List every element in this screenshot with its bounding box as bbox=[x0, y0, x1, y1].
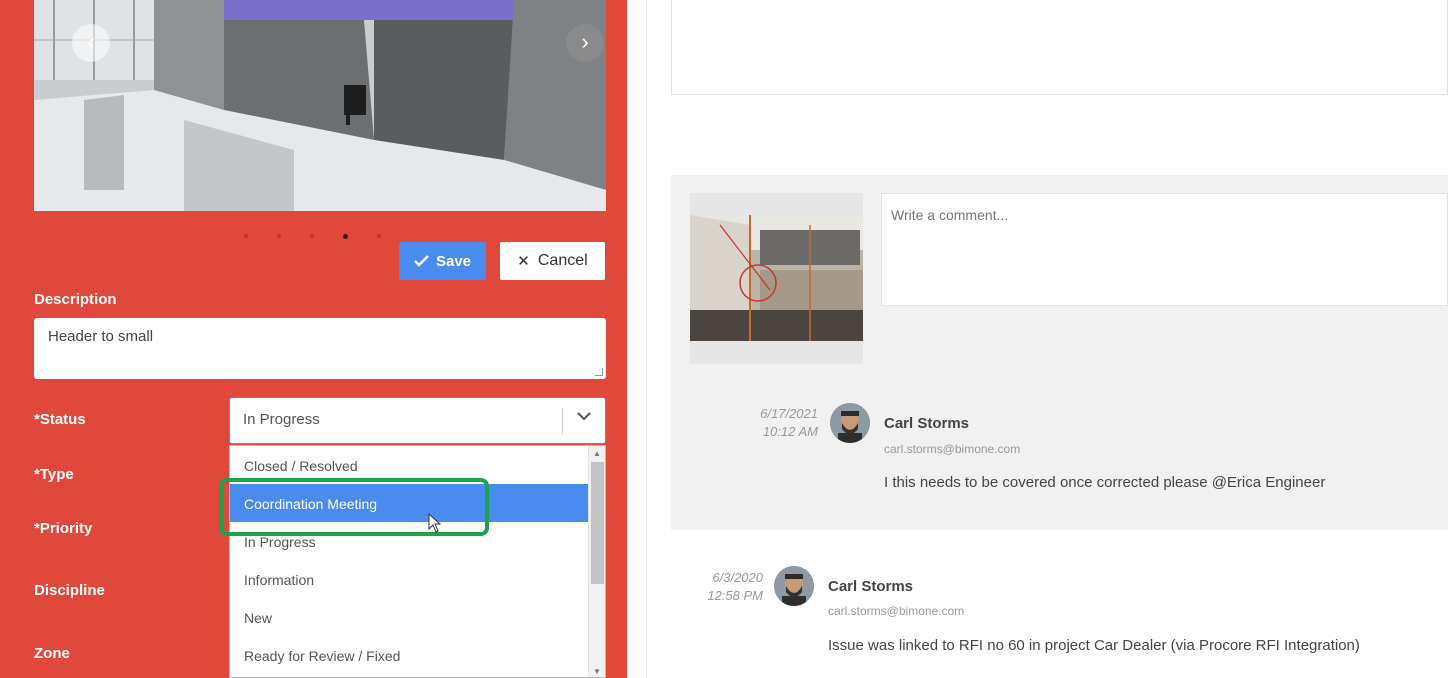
carousel-prev-button[interactable]: ‹ bbox=[72, 24, 110, 62]
comment-author-name: Carl Storms bbox=[884, 415, 970, 432]
cancel-button-label: Cancel bbox=[537, 252, 588, 269]
carousel-dot[interactable] bbox=[277, 234, 281, 238]
chevron-right-icon: › bbox=[581, 29, 589, 54]
model-viewer-image: ‹ bbox=[34, 0, 606, 211]
status-dropdown-list: Closed / Resolved Coordination Meeting I… bbox=[229, 445, 606, 678]
comment-author-email: carl.storms@bimone.com bbox=[828, 604, 965, 618]
snapshot-image bbox=[690, 215, 863, 341]
issue-edit-panel: ‹ › Save ✕ Cancel Description Header to … bbox=[0, 0, 627, 678]
comment-textarea[interactable]: Write a comment... bbox=[881, 193, 1448, 306]
priority-label: *Priority bbox=[34, 520, 93, 537]
description-label: Description bbox=[34, 291, 117, 308]
dropdown-option[interactable]: Closed / Resolved bbox=[230, 446, 605, 484]
scroll-up-icon[interactable]: ▲ bbox=[593, 449, 601, 458]
dropdown-option[interactable]: Information bbox=[230, 560, 605, 598]
type-label: *Type bbox=[34, 466, 74, 483]
comment-time: 10:12 AM bbox=[762, 424, 818, 439]
carousel-dot[interactable] bbox=[244, 234, 248, 238]
dropdown-scrollbar[interactable]: ▲ ▼ bbox=[588, 446, 605, 677]
cancel-button[interactable]: ✕ Cancel bbox=[500, 242, 605, 280]
avatar[interactable] bbox=[774, 566, 814, 606]
dropdown-option[interactable]: In Progress bbox=[230, 522, 605, 560]
dropdown-option[interactable]: Ready for Review / Fixed bbox=[230, 636, 605, 674]
panel-divider bbox=[646, 0, 647, 678]
comment-placeholder: Write a comment... bbox=[891, 207, 1009, 223]
carousel-next-button[interactable]: › bbox=[566, 24, 604, 62]
carousel-dot[interactable] bbox=[377, 234, 381, 238]
scroll-thumb[interactable] bbox=[591, 462, 604, 584]
resize-grip-icon[interactable] bbox=[595, 368, 603, 376]
comment-author-name: Carl Storms bbox=[828, 578, 914, 595]
issue-details-card bbox=[671, 0, 1448, 95]
close-icon: ✕ bbox=[517, 253, 530, 270]
building-interior-render bbox=[34, 0, 606, 211]
scroll-down-icon[interactable]: ▼ bbox=[593, 667, 601, 676]
carousel-dot[interactable] bbox=[310, 234, 314, 238]
comment-date: 6/3/2020 bbox=[712, 570, 763, 585]
save-button[interactable]: Save bbox=[399, 242, 486, 280]
comment-text: I this needs to be covered once correcte… bbox=[884, 474, 1326, 491]
comment-text: Issue was linked to RFI no 60 in project… bbox=[828, 637, 1360, 654]
comment-timestamp: 6/3/2020 12:58 PM bbox=[665, 569, 763, 605]
avatar[interactable] bbox=[830, 403, 870, 443]
comment-attachment-thumbnail[interactable] bbox=[690, 193, 863, 364]
carousel-dot-active[interactable] bbox=[343, 234, 348, 239]
comment-timestamp: 6/17/2021 10:12 AM bbox=[720, 405, 818, 441]
mouse-pointer-icon bbox=[428, 513, 442, 533]
zone-label: Zone bbox=[34, 645, 70, 662]
discipline-label: Discipline bbox=[34, 582, 105, 599]
status-label: *Status bbox=[34, 411, 86, 428]
carousel-dots bbox=[244, 234, 381, 239]
description-textarea[interactable]: Header to small bbox=[34, 318, 606, 379]
comment-author-email: carl.storms@bimone.com bbox=[884, 442, 1021, 456]
status-select[interactable]: In Progress bbox=[229, 397, 606, 444]
dropdown-option[interactable]: New bbox=[230, 598, 605, 636]
comment-time: 12:58 PM bbox=[707, 588, 763, 603]
dropdown-option-highlighted[interactable]: Coordination Meeting bbox=[230, 484, 605, 522]
chevron-left-icon: ‹ bbox=[87, 29, 95, 54]
save-button-label: Save bbox=[435, 252, 472, 270]
chevron-down-icon[interactable] bbox=[577, 408, 591, 426]
comment-date: 6/17/2021 bbox=[760, 406, 818, 421]
status-selected-value: In Progress bbox=[243, 411, 320, 428]
checkmark-icon bbox=[414, 255, 429, 267]
description-value: Header to small bbox=[48, 328, 154, 345]
select-divider bbox=[562, 408, 563, 434]
